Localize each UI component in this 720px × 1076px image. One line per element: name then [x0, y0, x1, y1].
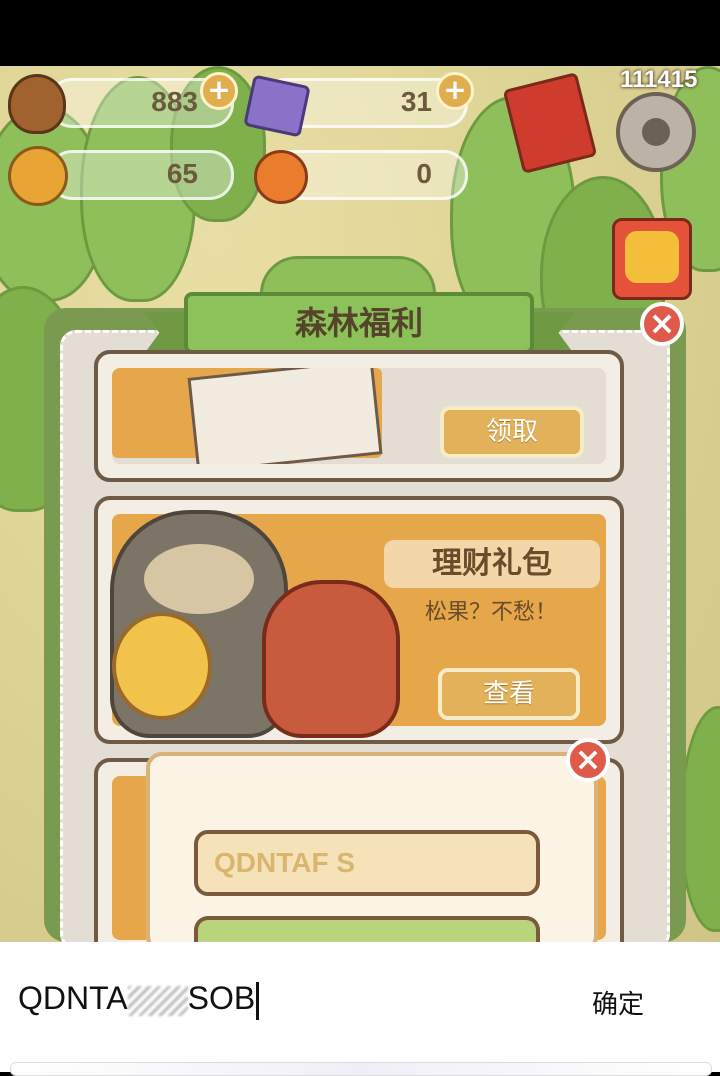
keyboard-input-text[interactable]: QDNTA SOB: [18, 980, 260, 1020]
panel-title: 森林福利: [294, 304, 423, 342]
acorn-count: 883: [151, 86, 198, 117]
view-button[interactable]: 查看: [438, 668, 580, 720]
gem-count: 31: [400, 86, 432, 117]
keyboard-top-strip: [10, 1062, 712, 1076]
keyboard-confirm-button[interactable]: 确定: [592, 984, 644, 1021]
orange-icon: [254, 150, 308, 204]
acorn-icon: [8, 74, 66, 134]
status-bar: [0, 0, 720, 66]
dialog-close-button[interactable]: ×: [566, 738, 610, 782]
orange-count: 0: [416, 158, 432, 189]
pinecone-icon: [112, 612, 212, 720]
claim-button[interactable]: 领取: [440, 406, 584, 458]
gem-sack-icon: [262, 580, 400, 738]
text-caret: [256, 981, 260, 1020]
add-acorns-button[interactable]: +: [200, 72, 238, 110]
player-id: 111415: [620, 66, 698, 93]
tv-bee-icon[interactable]: [612, 218, 692, 300]
redacted-segment: [127, 985, 188, 1016]
bell-icon: [8, 146, 68, 206]
finance-pack-subtitle: 松果？不愁！: [424, 600, 557, 625]
reward-card: 领取: [94, 350, 624, 482]
panel-title-ribbon: 森林福利: [144, 292, 574, 354]
redeem-code-field[interactable]: QDNTAF S: [194, 830, 540, 896]
settings-gear-icon[interactable]: [616, 92, 696, 172]
add-gems-button[interactable]: +: [436, 72, 474, 110]
panel-close-button[interactable]: ×: [640, 302, 684, 346]
finance-pack-title: 理财礼包: [384, 540, 600, 588]
tree-decoration: [680, 706, 720, 932]
bell-count: 65: [166, 158, 198, 189]
